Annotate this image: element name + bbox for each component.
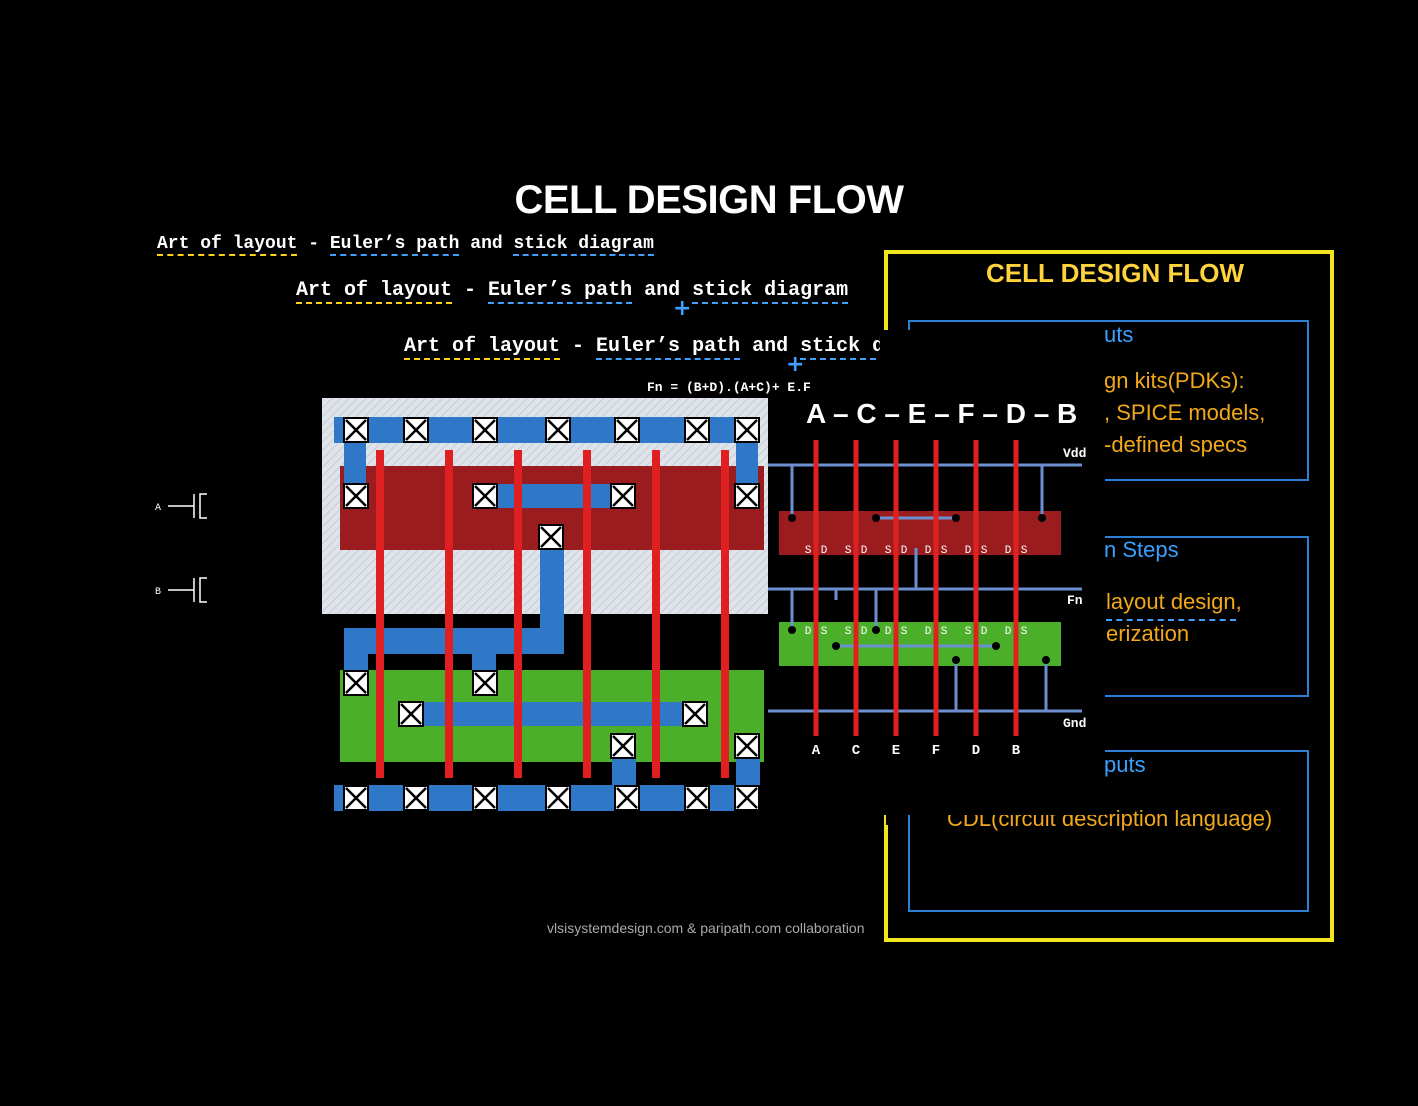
contact-dot	[1038, 514, 1046, 522]
metal-via-strap	[344, 443, 366, 483]
pmos-metal-link	[484, 484, 624, 508]
schematic-input-a: A	[155, 503, 161, 514]
pmos-sd-label: S	[885, 545, 892, 557]
pmos-sd-label: S	[1021, 545, 1028, 557]
contact-dot	[952, 656, 960, 664]
gate-label: E	[892, 743, 900, 759]
fn-label: Fn	[1067, 593, 1083, 608]
poly-gate	[583, 450, 591, 778]
metal-via-strap	[612, 758, 636, 788]
pmos-sd-label: D	[925, 545, 932, 557]
pmos-sd-label: D	[861, 545, 868, 557]
schematic-fragment	[168, 493, 207, 603]
pmos-sd-label: D	[821, 545, 828, 557]
nmos-sd-label: D	[925, 626, 932, 638]
pmos-sd-label: S	[845, 545, 852, 557]
nmos-sd-label: D	[885, 626, 892, 638]
nmos-sd-label: S	[1021, 626, 1028, 638]
contact-dot	[788, 626, 796, 634]
poly-gate	[652, 450, 660, 778]
poly-gate	[514, 450, 522, 778]
pmos-sd-label: D	[1005, 545, 1012, 557]
pmos-sd-label: S	[981, 545, 988, 557]
contact-dot	[952, 514, 960, 522]
contact-dot	[872, 626, 880, 634]
metal-via-strap	[736, 443, 758, 483]
contact-dot	[992, 642, 1000, 650]
nmos-sd-label: D	[861, 626, 868, 638]
gate-label: D	[972, 743, 980, 759]
gate-labels: A C E F D B	[812, 743, 1021, 759]
contact-dot	[832, 642, 840, 650]
gate-label: C	[852, 743, 861, 759]
vdd-label: Vdd	[1063, 446, 1086, 461]
metal-via-strap	[736, 758, 760, 788]
pmos-sd-label: D	[901, 545, 908, 557]
gate-label: A	[812, 743, 821, 759]
contact-dot	[788, 514, 796, 522]
nmos-metal-link	[410, 702, 706, 726]
nmos-sd-label: D	[981, 626, 988, 638]
nmos-sd-label: S	[965, 626, 972, 638]
nmos-sd-label: D	[1005, 626, 1012, 638]
schematic-input-b: B	[155, 587, 161, 598]
gate-label: F	[932, 743, 940, 759]
pmos-sd-label: S	[805, 545, 812, 557]
pmos-sd-label: S	[941, 545, 948, 557]
nmos-sd-label: S	[845, 626, 852, 638]
credit-text: vlsisystemdesign.com & paripath.com coll…	[547, 920, 865, 936]
poly-gate	[721, 450, 729, 778]
layout-drawing: Vdd Fn Gnd A C E F D B SDSDSDDSDSDS DSSD…	[155, 398, 1086, 811]
nmos-sd-label: D	[805, 626, 812, 638]
gate-label: B	[1012, 743, 1021, 759]
poly-gate	[376, 450, 384, 778]
gnd-label: Gnd	[1063, 716, 1086, 731]
poly-gate	[445, 450, 453, 778]
nmos-sd-label: S	[821, 626, 828, 638]
pmos-sd-label: D	[965, 545, 972, 557]
nmos-sd-label: S	[901, 626, 908, 638]
nmos-sd-label: S	[941, 626, 948, 638]
contact-dot	[1042, 656, 1050, 664]
contact-dot	[872, 514, 880, 522]
